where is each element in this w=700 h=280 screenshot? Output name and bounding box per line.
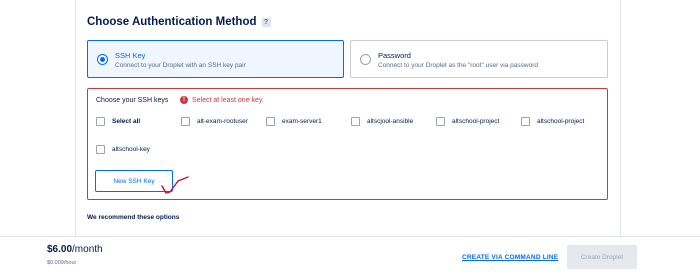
auth-option-ssh-key[interactable]: SSH Key Connect to your Droplet with an … xyxy=(87,40,344,78)
auth-option-password[interactable]: Password Connect to your Droplet as the … xyxy=(350,40,608,78)
ssh-key-item[interactable]: altschool-project xyxy=(436,117,499,126)
ssh-key-label: alt-exam-rootuser xyxy=(197,118,248,125)
price-amount: $6.00 xyxy=(47,244,73,255)
password-description: Connect to your Droplet as the "root" us… xyxy=(378,62,538,69)
ssh-key-label: altscjool-ansible xyxy=(367,118,414,125)
ssh-key-item[interactable]: altscjool-ansible xyxy=(351,117,413,126)
select-all-checkbox[interactable]: Select all xyxy=(96,117,140,126)
ssh-key-item[interactable]: altschool-project xyxy=(521,117,584,126)
price-monthly: $6.00/month xyxy=(47,244,103,255)
recommend-options-title: We recommend these options xyxy=(87,214,180,221)
ssh-keys-error: ! Select at least one key. xyxy=(180,96,264,104)
ssh-key-label: altschool-project xyxy=(452,118,500,125)
select-all-label: Select all xyxy=(112,118,141,125)
ssh-key-item[interactable]: alt-exam-rootuser xyxy=(181,117,248,126)
checkbox-icon[interactable] xyxy=(521,117,530,126)
checkbox-icon[interactable] xyxy=(181,117,190,126)
ssh-key-label: altschool-key xyxy=(112,146,150,153)
help-icon[interactable]: ? xyxy=(261,17,271,27)
price-hourly: $0.009/hour xyxy=(47,260,77,266)
ssh-key-label: altschool-project xyxy=(537,118,585,125)
ssh-key-label: exam-server1 xyxy=(282,118,322,125)
price-unit: /month xyxy=(72,244,103,255)
ssh-key-title: SSH Key xyxy=(115,51,146,60)
checkbox-icon[interactable] xyxy=(351,117,360,126)
ssh-key-item[interactable]: altschool-key xyxy=(96,145,150,154)
ssh-keys-label: Choose your SSH keys xyxy=(96,97,169,104)
create-droplet-button[interactable]: Create Droplet xyxy=(567,245,637,269)
red-checkmark-annotation xyxy=(161,176,189,194)
checkbox-icon[interactable] xyxy=(436,117,445,126)
password-title: Password xyxy=(378,51,411,60)
ssh-key-item[interactable]: exam-server1 xyxy=(266,117,322,126)
error-text: Select at least one key. xyxy=(192,96,264,104)
checkbox-icon[interactable] xyxy=(96,117,105,126)
radio-selected-icon[interactable] xyxy=(97,54,108,65)
auth-title-text: Choose Authentication Method xyxy=(87,16,257,28)
auth-section-title: Choose Authentication Method ? xyxy=(87,16,271,28)
error-icon: ! xyxy=(180,96,188,104)
radio-unselected-icon[interactable] xyxy=(360,54,371,65)
checkbox-icon[interactable] xyxy=(266,117,275,126)
create-via-command-line-link[interactable]: CREATE VIA COMMAND LINE xyxy=(462,254,558,261)
ssh-key-description: Connect to your Droplet with an SSH key … xyxy=(115,62,246,69)
checkbox-icon[interactable] xyxy=(96,145,105,154)
